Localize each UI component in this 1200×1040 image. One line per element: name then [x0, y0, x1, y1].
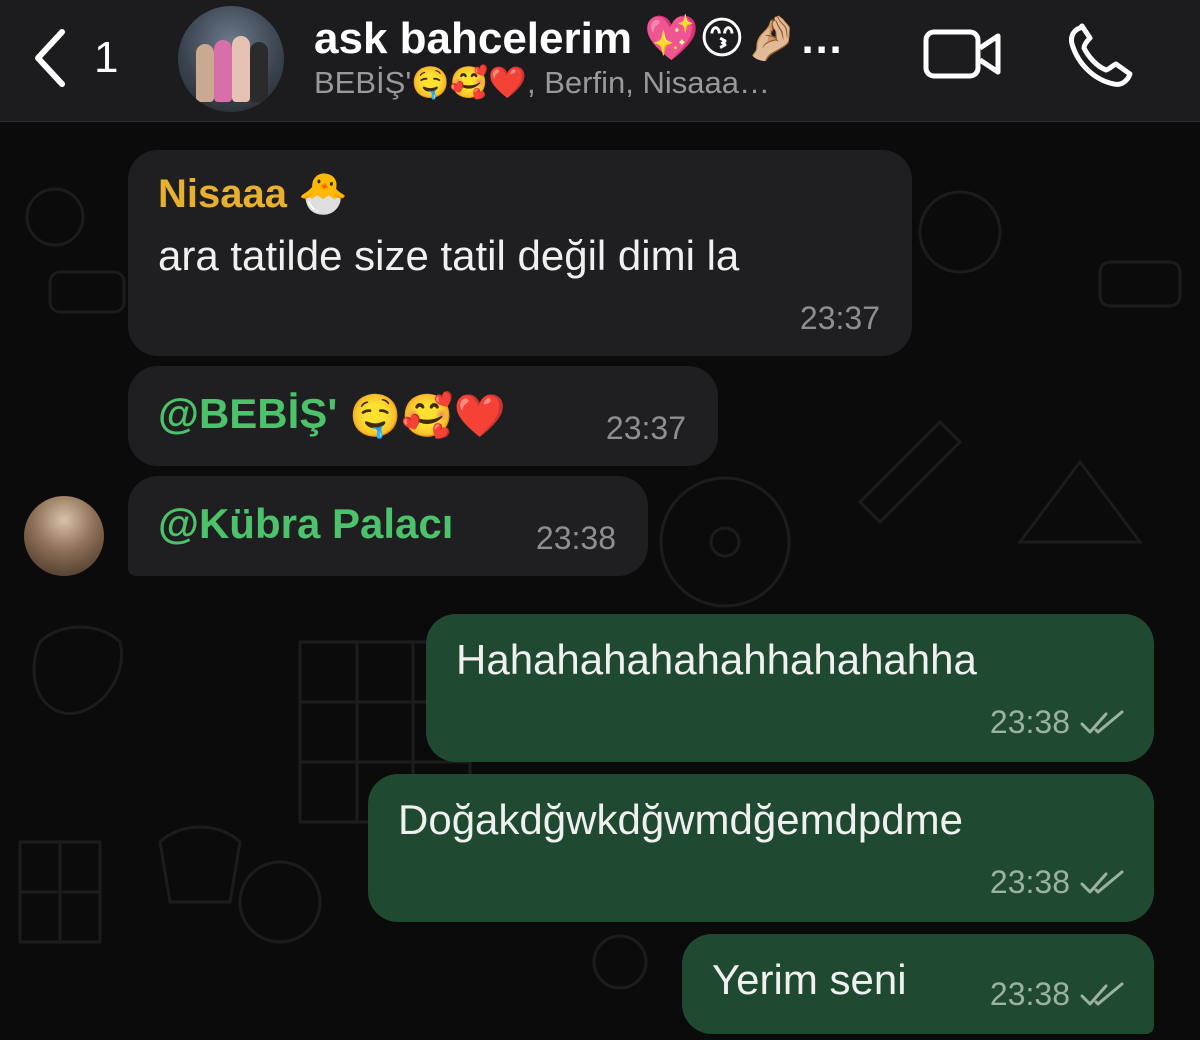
sender-avatar[interactable] — [24, 496, 104, 576]
message-bubble-outgoing[interactable]: Hahahahahahahhahahahha 23:38 — [426, 614, 1154, 762]
message-list[interactable]: Nisaaa 🐣 ara tatilde size tatil değil di… — [0, 122, 1200, 1040]
message-bubble-incoming[interactable]: @BEBİŞ' 🤤🥰❤️ 23:37 — [128, 366, 718, 466]
message-time: 23:37 — [605, 410, 686, 446]
back-button[interactable]: 1 — [32, 26, 142, 90]
message-bubble-outgoing[interactable]: Doğakdğwkdğwmdğemdpdme 23:38 — [368, 774, 1154, 922]
read-receipt-icon — [1080, 710, 1124, 734]
mention-name[interactable]: @Kübra Palacı — [158, 500, 453, 548]
message-bubble-incoming[interactable]: @Kübra Palacı 23:38 — [128, 476, 648, 576]
chat-header: 1 ask bahcelerim 💖😙🤌🏼… BEBİŞ'🤤🥰❤️, Berfi… — [0, 0, 1200, 122]
read-receipt-icon — [1080, 982, 1124, 1006]
mention-name[interactable]: @BEBİŞ' — [158, 390, 337, 437]
video-call-button[interactable] — [922, 26, 1004, 84]
video-camera-icon — [923, 29, 1001, 79]
message-time: 23:37 — [799, 300, 880, 336]
unread-count: 1 — [94, 33, 119, 82]
read-receipt-icon — [1080, 870, 1124, 894]
message-time: 23:38 — [989, 704, 1070, 740]
emoji-sequence: 🤤🥰❤️ — [348, 392, 506, 440]
voice-call-button[interactable] — [1066, 22, 1136, 88]
message-text: ara tatilde size tatil değil dimi la — [158, 232, 740, 279]
message-text: Hahahahahahahhahahahha — [456, 636, 977, 683]
sender-name[interactable]: Nisaaa 🐣 — [158, 170, 348, 217]
group-title[interactable]: ask bahcelerim 💖😙🤌🏼… — [314, 12, 904, 66]
phone-icon — [1069, 23, 1133, 87]
message-time: 23:38 — [989, 976, 1070, 1012]
group-avatar[interactable] — [178, 6, 284, 112]
mention-text[interactable]: @BEBİŞ' 🤤🥰❤️ — [158, 390, 506, 441]
chevron-left-icon — [35, 29, 65, 87]
message-time: 23:38 — [989, 864, 1070, 900]
chat-screen: 1 ask bahcelerim 💖😙🤌🏼… BEBİŞ'🤤🥰❤️, Berfi… — [0, 0, 1200, 1040]
message-text: Yerim seni — [712, 956, 907, 1003]
group-members[interactable]: BEBİŞ'🤤🥰❤️, Berfin, Nisaaa… — [314, 64, 874, 104]
message-time: 23:38 — [535, 520, 616, 556]
message-bubble-outgoing[interactable]: Yerim seni 23:38 — [682, 934, 1154, 1034]
message-bubble-incoming[interactable]: Nisaaa 🐣 ara tatilde size tatil değil di… — [128, 150, 912, 356]
message-text: Doğakdğwkdğwmdğemdpdme — [398, 796, 963, 843]
